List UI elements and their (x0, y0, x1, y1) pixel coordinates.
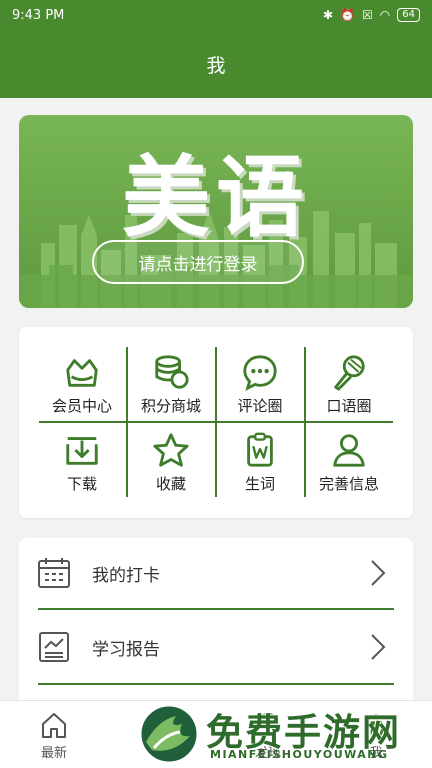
grid-item-label: 下载 (66, 475, 97, 493)
status-time: 9:43 PM (12, 7, 65, 23)
feature-grid: 会员中心 积分商城 评论圈 口语圈 下载 收藏 生词 完善信息 (19, 327, 413, 518)
chevron-right-icon (371, 560, 386, 586)
grid-item-label: 积分商城 (140, 397, 201, 415)
home-icon (42, 712, 66, 738)
watermark-subtitle: MIANFEISHOUYOUWANG (210, 748, 389, 761)
grid-item-speaking[interactable]: 口语圈 (305, 353, 393, 429)
page-title: 我 (206, 54, 226, 77)
chat-bubble-icon (243, 355, 277, 391)
grid-item-download[interactable]: 下载 (38, 431, 126, 507)
login-button[interactable]: 请点击进行登录 (92, 240, 304, 284)
grid-item-points-mall[interactable]: 积分商城 (127, 353, 215, 429)
grid-item-vocabulary[interactable]: 生词 (216, 431, 304, 507)
coins-icon (155, 355, 189, 389)
status-bar: 9:43 PM ✱ ⏰ ☒ ◠ 64 (0, 0, 432, 30)
menu-list: 我的打卡 学习报告 (19, 538, 413, 708)
status-icons: ✱ ⏰ ☒ ◠ 64 (323, 8, 420, 22)
tab-label: 最新 (40, 745, 67, 761)
microphone-icon (334, 355, 365, 391)
user-icon (333, 434, 365, 467)
grid-item-comments[interactable]: 评论圈 (216, 353, 304, 429)
grid-item-label: 生词 (244, 475, 275, 493)
calendar-icon (38, 558, 70, 588)
crown-icon (66, 359, 98, 387)
list-divider (38, 683, 394, 685)
sim-icon: ☒ (362, 8, 373, 22)
list-divider (38, 608, 394, 610)
grid-item-favorites[interactable]: 收藏 (127, 431, 215, 507)
banner-title: 美语 (121, 146, 310, 249)
alarm-icon: ⏰ (340, 8, 356, 22)
grid-item-label: 收藏 (155, 475, 186, 493)
star-icon (153, 433, 189, 467)
wifi-icon: ◠ (379, 8, 391, 22)
report-icon (39, 632, 69, 662)
grid-item-member-center[interactable]: 会员中心 (38, 353, 126, 429)
list-item-label: 我的打卡 (92, 565, 160, 586)
list-item-study-report[interactable]: 学习报告 (19, 612, 413, 682)
grid-item-label: 完善信息 (318, 475, 379, 493)
battery-icon: 64 (397, 8, 420, 22)
list-item-label: 学习报告 (92, 639, 160, 660)
vocabulary-icon (247, 432, 273, 467)
tab-latest[interactable]: 最新 (14, 701, 94, 768)
watermark: 免费手游网 MIANFEISHOUYOUWANG (136, 700, 426, 768)
grid-item-profile-info[interactable]: 完善信息 (305, 431, 393, 507)
watermark-logo-icon (138, 703, 200, 765)
list-item-check-in[interactable]: 我的打卡 (19, 538, 413, 608)
grid-item-label: 口语圈 (326, 397, 372, 415)
bluetooth-icon: ✱ (323, 8, 334, 22)
grid-item-label: 评论圈 (237, 397, 283, 415)
grid-item-label: 会员中心 (51, 397, 112, 415)
chevron-right-icon (371, 634, 386, 660)
app-bar: 我 (0, 30, 432, 98)
download-icon (66, 437, 98, 465)
